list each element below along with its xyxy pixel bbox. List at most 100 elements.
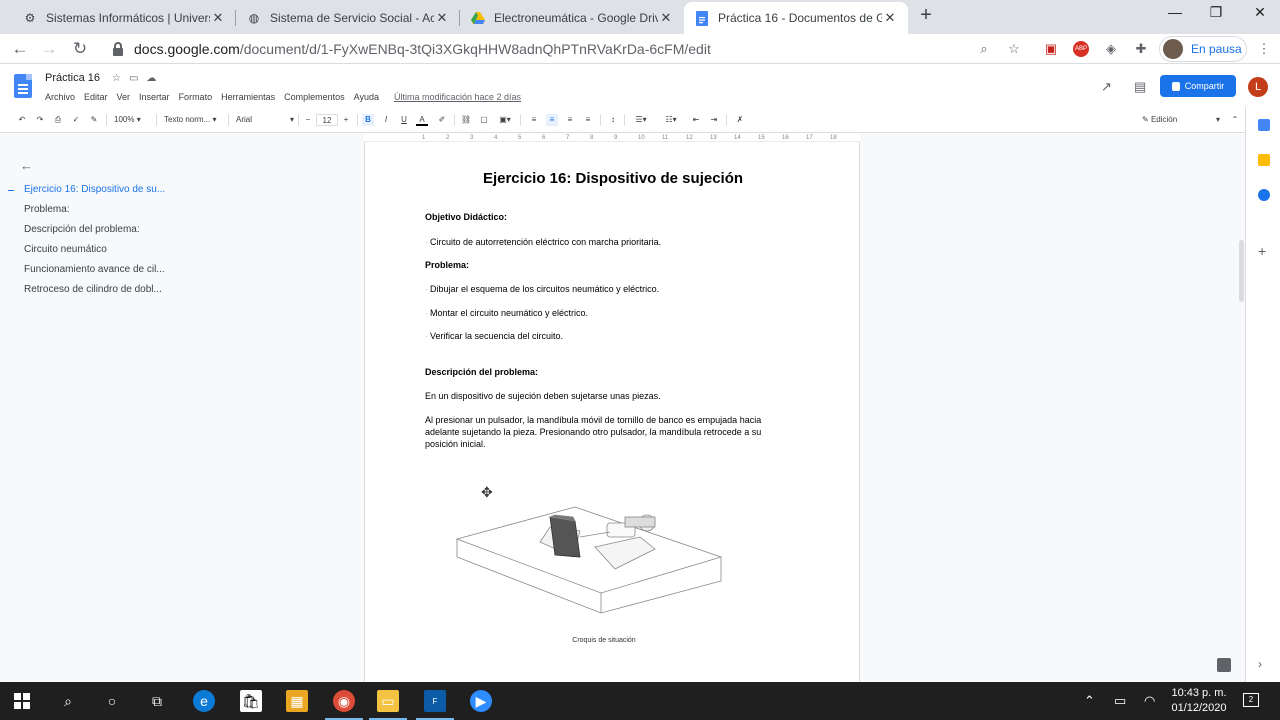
collapse-menus-icon[interactable]: ⌃	[1229, 114, 1241, 126]
chrome-icon[interactable]: ◉	[325, 690, 363, 720]
cloud-icon[interactable]: ☁	[146, 73, 164, 84]
add-addon-icon[interactable]: +	[1258, 243, 1266, 259]
redo-icon[interactable]: ↷	[34, 114, 46, 126]
horizontal-ruler[interactable]: 1 2 3 4 5 6 7 8 9 10 11 12 13 14 15 16 17 18	[364, 133, 860, 142]
festo-icon[interactable]: F	[416, 690, 454, 720]
activity-trend-icon[interactable]: ↗	[1101, 79, 1112, 95]
show-hidden-icons-icon[interactable]: ⌃	[1084, 693, 1095, 709]
search-icon[interactable]: ⌕	[976, 41, 992, 57]
menu-editar[interactable]: Editar	[84, 92, 108, 102]
close-icon[interactable]: ✕	[434, 10, 450, 26]
last-edit-link[interactable]: Última modificación hace 2 días	[394, 92, 521, 102]
comments-icon[interactable]: ▤	[1134, 79, 1146, 95]
extension-icon[interactable]: ◈	[1103, 41, 1119, 57]
highlight-icon[interactable]: ✐	[436, 114, 448, 126]
italic-button[interactable]: I	[380, 114, 392, 126]
vertical-scrollbar[interactable]	[1239, 240, 1244, 302]
app-icon[interactable]: ▦	[286, 690, 308, 712]
reload-icon[interactable]: ↻	[69, 38, 91, 60]
minimize-icon[interactable]: —	[1160, 4, 1190, 26]
more-vert-icon[interactable]: ⋮	[1256, 41, 1272, 57]
expand-panel-icon[interactable]: ›	[1258, 657, 1262, 671]
close-window-icon[interactable]: ✕	[1245, 4, 1275, 26]
close-icon[interactable]: ✕	[658, 10, 674, 26]
zoom-app-icon[interactable]: ▶	[470, 690, 492, 712]
explore-icon[interactable]	[1217, 658, 1231, 672]
line-spacing-icon[interactable]: ↕	[607, 114, 619, 126]
align-left-icon[interactable]: ≡	[528, 114, 540, 126]
menu-insertar[interactable]: Insertar	[139, 92, 170, 102]
menu-formato[interactable]: Formato	[179, 92, 213, 102]
close-outline-icon[interactable]: ←	[20, 158, 33, 173]
decrease-indent-icon[interactable]: ⇤	[690, 114, 702, 126]
numbered-list-icon[interactable]: ☰▾	[630, 114, 652, 126]
document-title[interactable]: Práctica 16	[45, 72, 100, 84]
document-page[interactable]: Ejercicio 16: Dispositivo de sujeción Ob…	[364, 142, 860, 682]
browser-tab-drive[interactable]: Electroneumática - Google Drive ✕	[460, 2, 684, 34]
profile-button[interactable]: En pausa	[1159, 36, 1247, 62]
link-icon[interactable]: ⛓	[460, 114, 472, 126]
wifi-icon[interactable]: ◠	[1144, 693, 1155, 709]
browser-tab-servicio-social[interactable]: ◍ Sistema de Servicio Social - Acce ✕	[236, 2, 460, 34]
bulleted-list-icon[interactable]: ☷▾	[660, 114, 682, 126]
network-icon[interactable]: ▭	[1114, 693, 1126, 709]
star-icon[interactable]: ☆	[112, 73, 129, 84]
task-view-icon[interactable]: ⧉	[146, 690, 168, 712]
back-icon[interactable]: ←	[9, 38, 31, 60]
browser-tab-practica[interactable]: Práctica 16 - Documentos de Go ✕	[684, 2, 908, 34]
cortana-icon[interactable]: ○	[101, 690, 123, 712]
store-icon[interactable]: 🛍	[240, 690, 262, 712]
print-icon[interactable]: ⎙	[52, 114, 64, 126]
clamping-device-figure[interactable]	[455, 487, 725, 617]
notification-center-icon[interactable]: 2	[1243, 693, 1259, 707]
insert-image-icon[interactable]: ▣▾	[496, 114, 514, 126]
outline-item[interactable]: Circuito neumático	[24, 244, 107, 255]
puzzle-icon[interactable]: ✚	[1133, 41, 1149, 57]
outline-item[interactable]: Problema:	[24, 204, 70, 215]
close-icon[interactable]: ✕	[210, 10, 226, 26]
docs-logo-icon[interactable]	[14, 74, 32, 98]
decrease-size-icon[interactable]: −	[303, 114, 313, 126]
align-center-icon[interactable]: ≡	[546, 114, 558, 126]
url-input[interactable]: docs.google.com/document/d/1-FyXwENBq-3t…	[104, 36, 1028, 62]
edge-icon[interactable]: e	[193, 690, 215, 712]
clear-formatting-icon[interactable]: ✗	[734, 114, 746, 126]
pocket-extension-icon[interactable]: ▣	[1043, 41, 1059, 57]
move-folder-icon[interactable]: ▭	[129, 73, 146, 84]
outline-item[interactable]: Retroceso de cilindro de dobl...	[24, 284, 162, 295]
menu-ayuda[interactable]: Ayuda	[354, 92, 379, 102]
style-select[interactable]: Texto norm... ▾	[164, 114, 222, 126]
font-size-input[interactable]: 12	[316, 114, 338, 126]
restore-icon[interactable]: ❐	[1201, 4, 1231, 26]
outline-item[interactable]: Funcionamiento avance de cil...	[24, 264, 165, 275]
forward-icon[interactable]: →	[38, 38, 60, 60]
share-button[interactable]: Compartir	[1160, 75, 1236, 97]
menu-ver[interactable]: Ver	[117, 92, 131, 102]
browser-tab-sistemas[interactable]: ⚙ Sistemas Informáticos | Universic ✕	[12, 2, 236, 34]
menu-herramientas[interactable]: Herramientas	[221, 92, 275, 102]
tasks-icon[interactable]	[1258, 189, 1270, 201]
new-tab-button[interactable]: +	[916, 5, 936, 26]
editing-mode-select[interactable]: ✎ Edición ▾	[1142, 114, 1220, 126]
increase-size-icon[interactable]: +	[341, 114, 351, 126]
undo-icon[interactable]: ↶	[16, 114, 28, 126]
comment-icon[interactable]: ▢	[478, 114, 490, 126]
paint-format-icon[interactable]: ✎	[88, 114, 100, 126]
adblock-extension-icon[interactable]: ABP	[1073, 41, 1089, 57]
calendar-icon[interactable]	[1258, 119, 1270, 131]
zoom-select[interactable]: 100% ▾	[114, 114, 150, 126]
spellcheck-icon[interactable]: ✓	[70, 114, 82, 126]
outline-item[interactable]: Ejercicio 16: Dispositivo de su...	[24, 184, 165, 195]
taskbar-clock[interactable]: 10:43 p. m. 01/12/2020	[1162, 686, 1236, 716]
underline-button[interactable]: U	[398, 114, 410, 126]
text-color-button[interactable]: A	[416, 114, 428, 126]
menu-archivo[interactable]: Archivo	[45, 92, 75, 102]
bold-button[interactable]: B	[362, 114, 374, 126]
align-right-icon[interactable]: ≡	[564, 114, 576, 126]
increase-indent-icon[interactable]: ⇥	[708, 114, 720, 126]
search-icon[interactable]: ⌕	[57, 690, 79, 712]
windows-start-icon[interactable]	[11, 690, 33, 712]
outline-item[interactable]: Descripción del problema:	[24, 224, 140, 235]
menu-complementos[interactable]: Complementos	[284, 92, 345, 102]
user-avatar[interactable]: L	[1248, 77, 1268, 97]
